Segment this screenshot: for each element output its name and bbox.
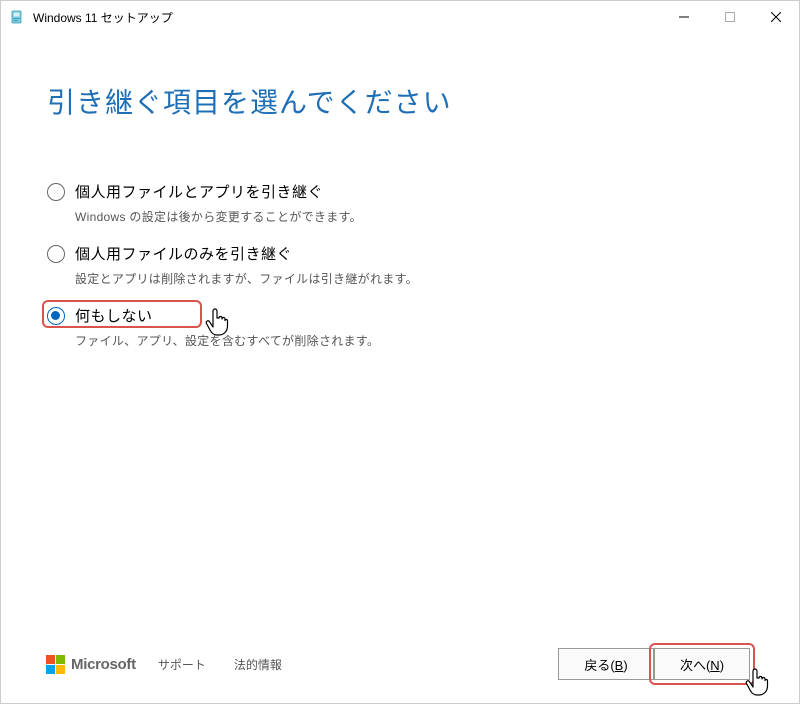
page-heading: 引き継ぐ項目を選んでください (47, 81, 753, 121)
app-icon (9, 9, 25, 25)
option-desc: ファイル、アプリ、設定を含むすべてが削除されます。 (47, 332, 753, 349)
options-group: 個人用ファイルとアプリを引き継ぐ Windows の設定は後から変更することがで… (47, 181, 753, 349)
maximize-button (707, 1, 753, 33)
radio-keep-files-apps[interactable]: 個人用ファイルとアプリを引き継ぐ (47, 181, 753, 202)
option-label: 何もしない (75, 305, 153, 326)
option-label: 個人用ファイルのみを引き継ぐ (75, 243, 292, 264)
radio-icon (47, 307, 65, 325)
titlebar: Windows 11 セットアップ (1, 1, 799, 33)
option-keep-files-apps: 個人用ファイルとアプリを引き継ぐ Windows の設定は後から変更することがで… (47, 181, 753, 225)
footer: Microsoft サポート 法的情報 戻る(B) 次へ(N) (0, 624, 800, 704)
next-button[interactable]: 次へ(N) (654, 648, 750, 680)
back-button[interactable]: 戻る(B) (558, 648, 654, 680)
option-label: 個人用ファイルとアプリを引き継ぐ (75, 181, 323, 202)
support-link[interactable]: サポート (158, 656, 206, 673)
radio-icon (47, 245, 65, 263)
radio-keep-files-only[interactable]: 個人用ファイルのみを引き継ぐ (47, 243, 753, 264)
microsoft-logo: Microsoft (46, 655, 136, 674)
radio-nothing[interactable]: 何もしない (47, 305, 753, 326)
minimize-button[interactable] (661, 1, 707, 33)
option-keep-files-only: 個人用ファイルのみを引き継ぐ 設定とアプリは削除されますが、ファイルは引き継がれ… (47, 243, 753, 287)
option-desc: Windows の設定は後から変更することができます。 (47, 208, 753, 225)
close-button[interactable] (753, 1, 799, 33)
radio-icon (47, 183, 65, 201)
option-nothing: 何もしない ファイル、アプリ、設定を含むすべてが削除されます。 (47, 305, 753, 349)
microsoft-text: Microsoft (71, 656, 136, 673)
option-desc: 設定とアプリは削除されますが、ファイルは引き継がれます。 (47, 270, 753, 287)
content-area: 引き継ぐ項目を選んでください 個人用ファイルとアプリを引き継ぐ Windows … (1, 33, 799, 349)
window-title: Windows 11 セットアップ (33, 9, 173, 26)
legal-link[interactable]: 法的情報 (234, 656, 282, 673)
microsoft-squares-icon (46, 655, 65, 674)
